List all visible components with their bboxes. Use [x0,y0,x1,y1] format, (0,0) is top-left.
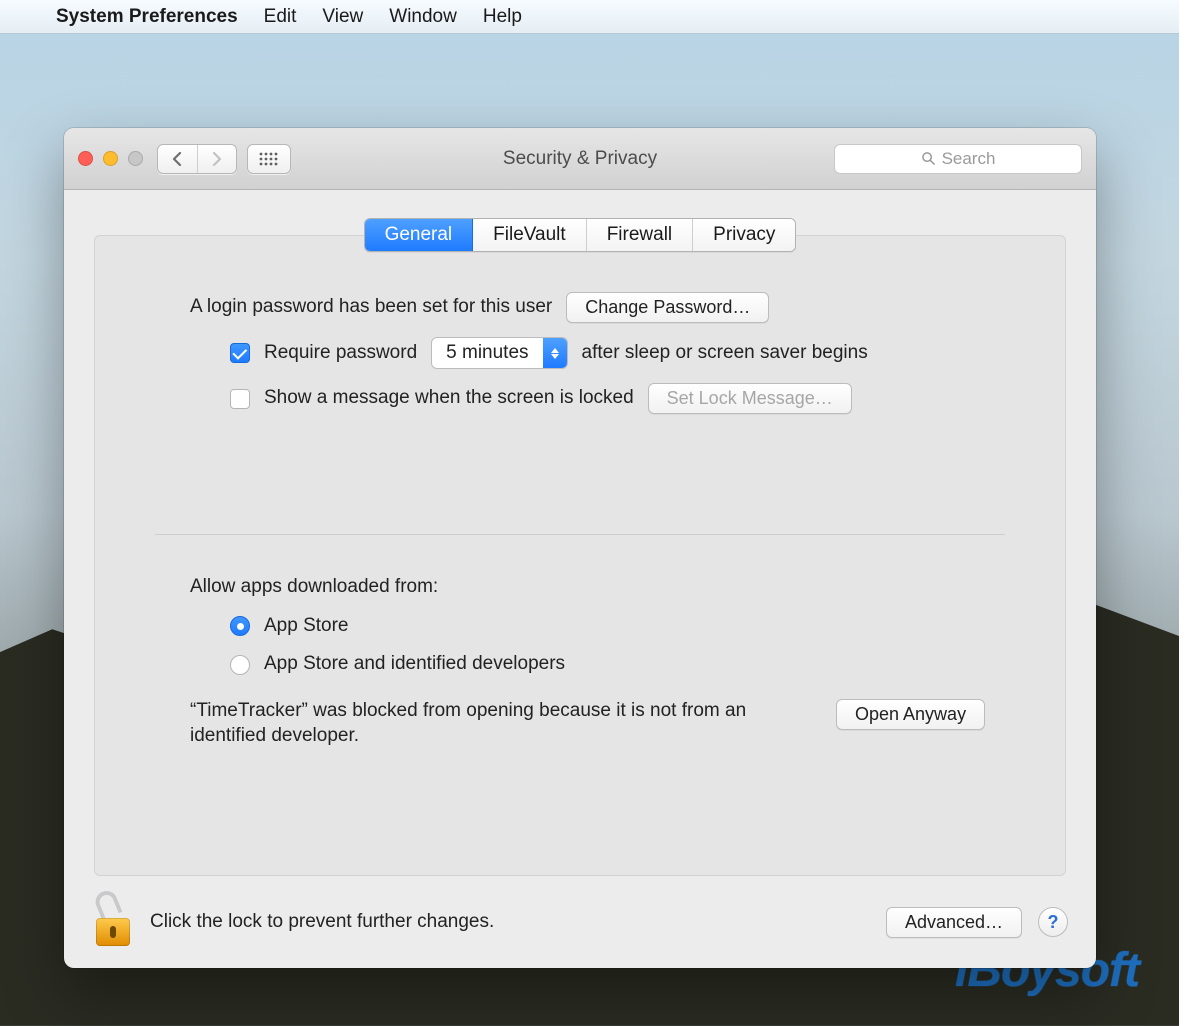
security-privacy-window: Security & Privacy Search General FileVa… [64,128,1096,968]
chevron-right-icon [211,152,222,166]
grid-icon [259,152,279,166]
lock-body-icon [96,918,130,946]
advanced-button[interactable]: Advanced… [886,907,1022,938]
open-anyway-button[interactable]: Open Anyway [836,699,985,730]
window-footer: Click the lock to prevent further change… [64,876,1096,968]
chevron-left-icon [172,152,183,166]
show-lock-message-label: Show a message when the screen is locked [264,386,634,411]
search-icon [921,151,936,166]
forward-button[interactable] [198,152,237,166]
allow-apps-option-appstore: App Store [264,614,349,639]
tab-firewall[interactable]: Firewall [587,219,693,251]
menubar-app-name[interactable]: System Preferences [56,6,238,28]
panel-divider [155,534,1005,535]
lock-button[interactable] [92,898,134,946]
require-password-label: Require password [264,341,417,366]
window-titlebar: Security & Privacy Search [64,128,1096,190]
search-field[interactable]: Search [834,144,1082,174]
require-password-delay-value: 5 minutes [432,341,542,366]
help-icon: ? [1048,912,1059,933]
require-password-checkbox[interactable] [230,343,250,363]
show-lock-message-checkbox[interactable] [230,389,250,409]
tab-general[interactable]: General [365,219,474,251]
lock-hint-text: Click the lock to prevent further change… [150,911,494,933]
back-button[interactable] [158,152,197,166]
show-all-prefs-button[interactable] [247,144,291,174]
tabs-segmented-control: General FileVault Firewall Privacy [364,218,797,252]
help-button[interactable]: ? [1038,907,1068,937]
tab-privacy[interactable]: Privacy [693,219,795,251]
close-window-button[interactable] [78,151,93,166]
page-scrollbar-strip [1179,0,1200,1026]
require-password-delay-select[interactable]: 5 minutes [431,337,567,369]
allow-apps-radio-appstore[interactable] [230,616,250,636]
require-password-suffix: after sleep or screen saver begins [582,341,868,366]
change-password-button[interactable]: Change Password… [566,292,769,323]
tab-filevault[interactable]: FileVault [473,219,587,251]
login-password-text: A login password has been set for this u… [190,295,552,320]
allow-apps-radio-identified[interactable] [230,655,250,675]
nav-back-forward [157,144,237,174]
desktop-wallpaper: iBoysoft [0,34,1179,1026]
zoom-window-button[interactable] [128,151,143,166]
allow-apps-label: Allow apps downloaded from: [190,575,1005,600]
tabs-row: General FileVault Firewall Privacy [64,218,1096,252]
blocked-app-message: “TimeTracker” was blocked from opening b… [190,699,810,748]
select-arrows-icon [543,338,567,368]
macos-menubar: System Preferences Edit View Window Help [0,0,1179,34]
minimize-window-button[interactable] [103,151,118,166]
menubar-item-edit[interactable]: Edit [264,6,297,28]
lock-open-icon [92,888,122,920]
menubar-item-help[interactable]: Help [483,6,522,28]
set-lock-message-button[interactable]: Set Lock Message… [648,383,852,414]
allow-apps-option-identified: App Store and identified developers [264,652,565,677]
search-placeholder: Search [942,149,996,169]
menubar-item-view[interactable]: View [322,6,363,28]
window-traffic-lights [78,151,143,166]
general-panel: A login password has been set for this u… [94,235,1066,876]
menubar-item-window[interactable]: Window [389,6,457,28]
